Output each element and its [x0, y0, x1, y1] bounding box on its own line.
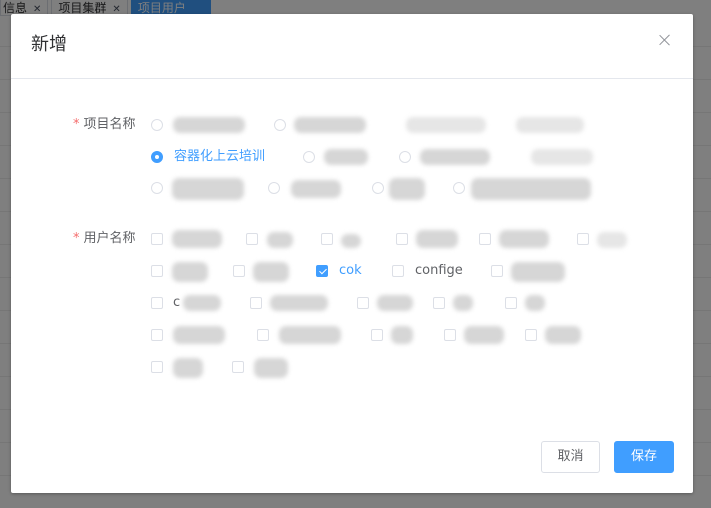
user-checkbox[interactable] [232, 361, 244, 373]
redacted-option-label [172, 262, 208, 282]
redacted-option-label [324, 149, 368, 165]
redacted-option-label [377, 295, 413, 311]
redacted-option-label [406, 117, 486, 133]
cancel-button[interactable]: 取消 [541, 441, 600, 473]
redacted-option-label [416, 230, 458, 248]
save-button[interactable]: 保存 [614, 441, 674, 473]
project-radio[interactable] [372, 182, 384, 194]
project-name-label-text: 项目名称 [83, 117, 136, 132]
redacted-option-label [420, 149, 490, 165]
user-option-c-label[interactable]: c [173, 294, 180, 312]
user-option-confige-label[interactable]: confige [415, 262, 463, 280]
redacted-option-label [253, 262, 289, 282]
redacted-option-label [267, 232, 293, 248]
project-radio[interactable] [274, 119, 286, 131]
redacted-option-label [291, 180, 341, 198]
add-dialog: 新增 * 项目名称 容器化上云培训 * 用户名称 cok confige c 取… [11, 14, 693, 493]
redacted-option-label [173, 117, 245, 133]
required-mark: * [73, 231, 80, 246]
user-checkbox[interactable] [396, 233, 408, 245]
redacted-option-label [391, 326, 413, 344]
project-radio[interactable] [453, 182, 465, 194]
redacted-option-label [183, 295, 221, 311]
user-checkbox[interactable] [151, 361, 163, 373]
project-name-label: * 项目名称 [73, 115, 136, 135]
user-option-cok-label[interactable]: cok [339, 262, 362, 280]
user-checkbox-cok[interactable] [316, 265, 328, 277]
user-checkbox[interactable] [151, 329, 163, 341]
redacted-option-label [254, 358, 288, 378]
user-checkbox[interactable] [151, 233, 163, 245]
redacted-option-label [471, 178, 591, 200]
project-radio[interactable] [303, 151, 315, 163]
user-name-label-text: 用户名称 [83, 231, 136, 246]
redacted-option-label [270, 295, 328, 311]
redacted-option-label [525, 295, 545, 311]
user-checkbox[interactable] [246, 233, 258, 245]
user-checkbox[interactable] [444, 329, 456, 341]
user-checkbox[interactable] [151, 265, 163, 277]
close-icon[interactable] [657, 32, 673, 48]
redacted-option-label [545, 326, 581, 344]
user-checkbox[interactable] [321, 233, 333, 245]
redacted-option-label [389, 178, 425, 200]
user-checkbox[interactable] [525, 329, 537, 341]
redacted-option-label [294, 117, 366, 133]
redacted-option-label [597, 232, 627, 248]
redacted-option-label [173, 358, 203, 378]
user-checkbox[interactable] [151, 297, 163, 309]
redacted-option-label [341, 234, 361, 248]
redacted-option-label [499, 230, 549, 248]
required-mark: * [73, 117, 80, 132]
user-checkbox[interactable] [577, 233, 589, 245]
user-checkbox[interactable] [257, 329, 269, 341]
project-radio-selected[interactable] [151, 151, 163, 163]
redacted-option-label [172, 178, 244, 200]
project-radio[interactable] [151, 182, 163, 194]
redacted-option-label [516, 117, 584, 133]
dialog-title: 新增 [31, 34, 67, 55]
redacted-option-label [173, 326, 225, 344]
project-option-label[interactable]: 容器化上云培训 [174, 148, 265, 166]
user-checkbox[interactable] [250, 297, 262, 309]
project-radio[interactable] [399, 151, 411, 163]
dialog-header: 新增 [11, 14, 693, 79]
user-checkbox[interactable] [357, 297, 369, 309]
user-checkbox[interactable] [233, 265, 245, 277]
project-radio[interactable] [151, 119, 163, 131]
project-radio[interactable] [268, 182, 280, 194]
user-checkbox-confige[interactable] [392, 265, 404, 277]
user-checkbox[interactable] [479, 233, 491, 245]
redacted-option-label [531, 149, 593, 165]
redacted-option-label [464, 326, 504, 344]
redacted-option-label [453, 295, 473, 311]
user-name-label: * 用户名称 [73, 229, 136, 249]
user-checkbox[interactable] [433, 297, 445, 309]
user-checkbox[interactable] [491, 265, 503, 277]
redacted-option-label [511, 262, 565, 282]
user-checkbox[interactable] [505, 297, 517, 309]
redacted-option-label [279, 326, 341, 344]
redacted-option-label [172, 230, 222, 248]
user-checkbox[interactable] [371, 329, 383, 341]
